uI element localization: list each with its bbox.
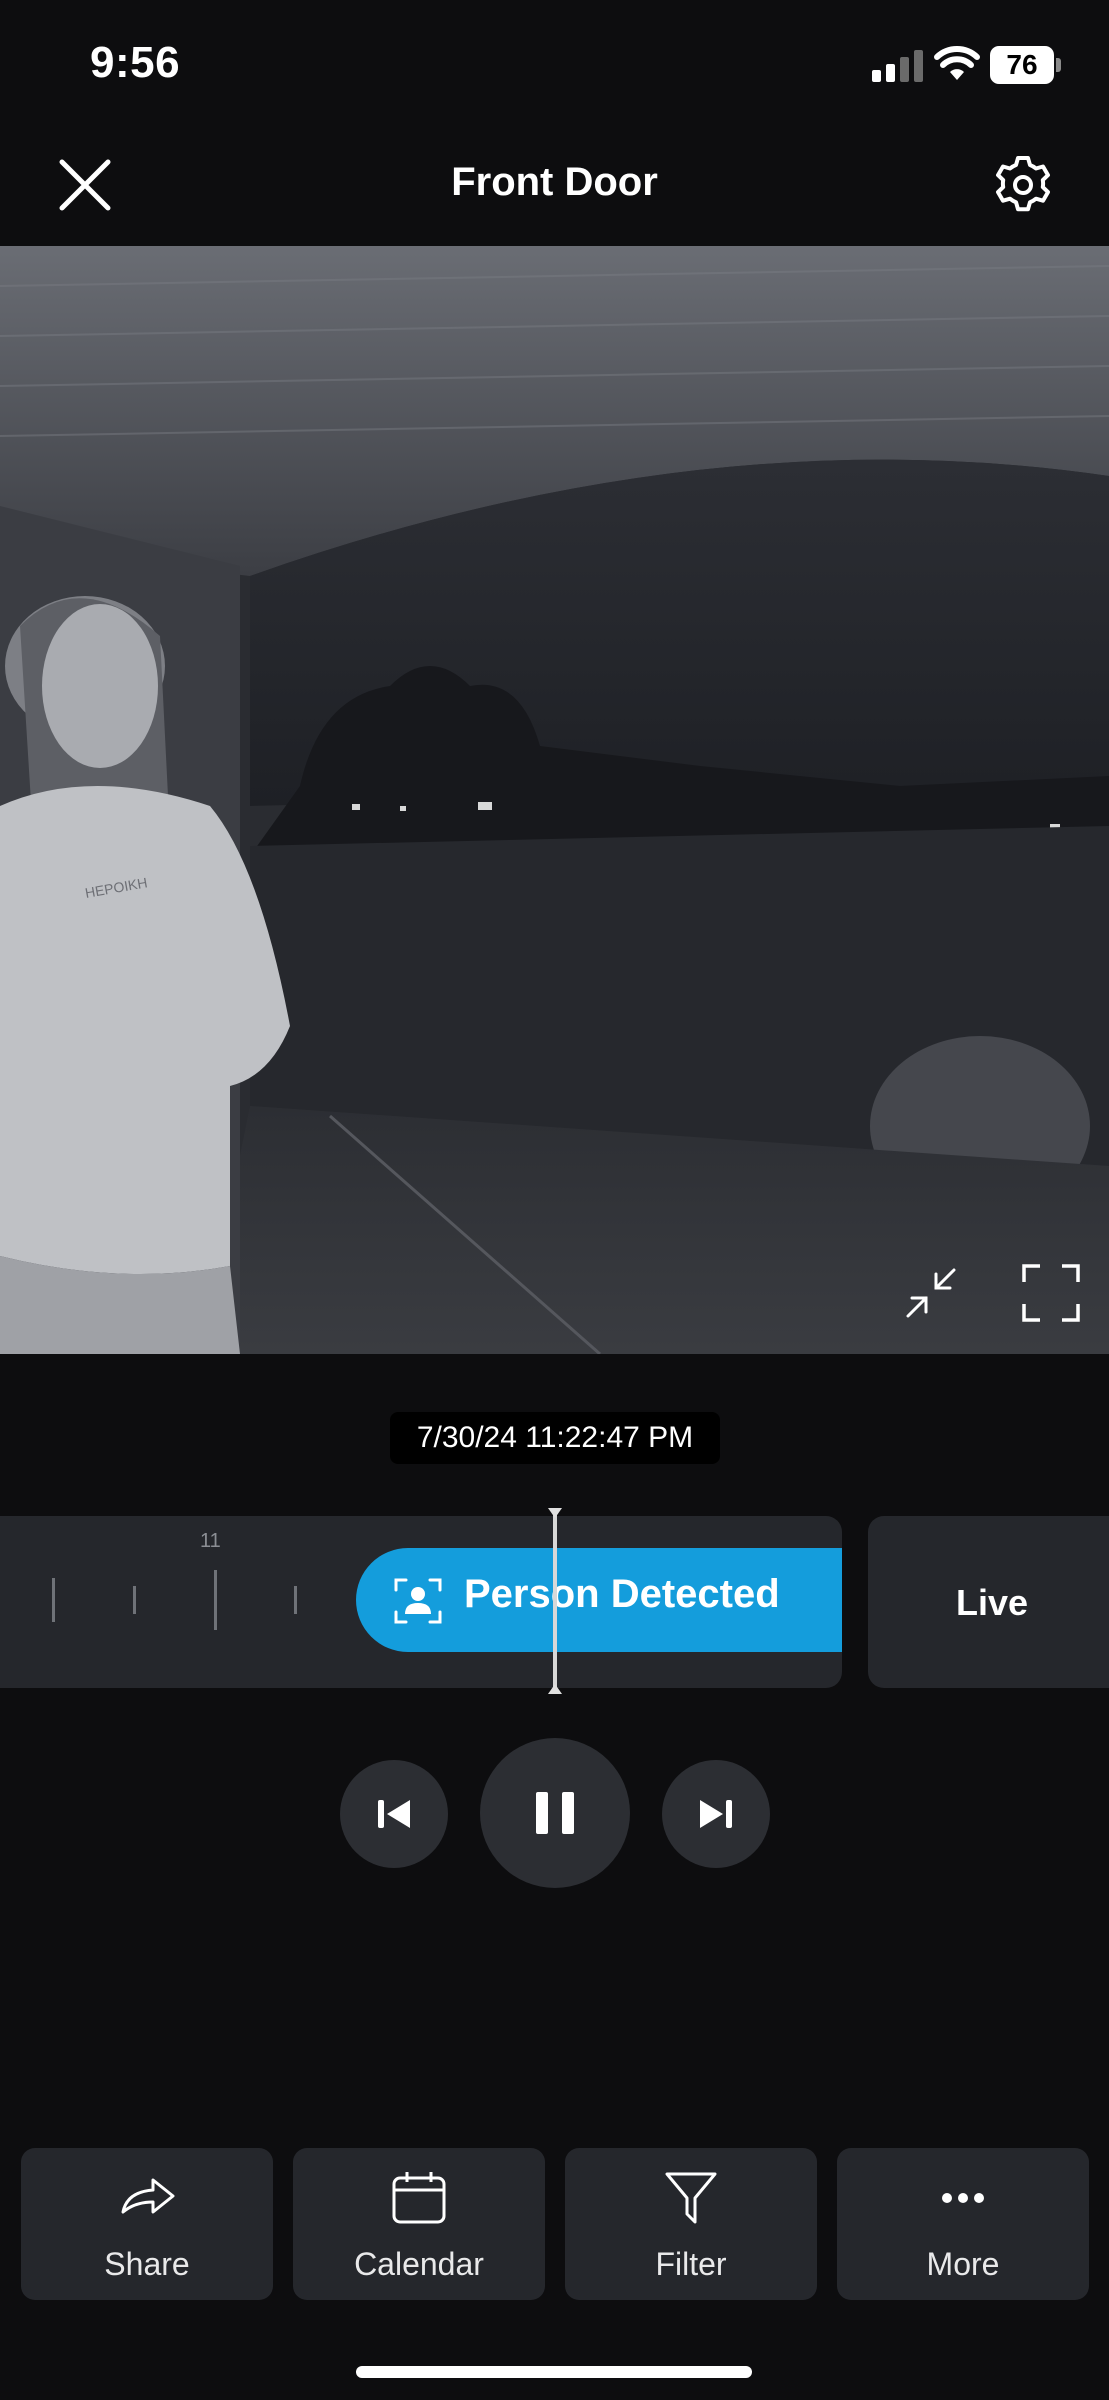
- more-button[interactable]: More: [837, 2148, 1089, 2300]
- pause-button[interactable]: [480, 1738, 630, 1888]
- collapse-icon[interactable]: [900, 1262, 962, 1324]
- event-timeline[interactable]: 11 Person Detected: [0, 1516, 842, 1688]
- filter-icon: [665, 2172, 717, 2224]
- pause-icon: [536, 1792, 574, 1834]
- more-icon: [942, 2193, 984, 2203]
- share-label: Share: [104, 2246, 190, 2282]
- page-title: Front Door: [451, 160, 658, 204]
- battery-icon: 76: [990, 46, 1061, 84]
- share-button[interactable]: Share: [21, 2148, 273, 2300]
- gear-icon[interactable]: [990, 152, 1056, 218]
- more-label: More: [926, 2246, 1000, 2282]
- filter-label: Filter: [655, 2246, 727, 2282]
- status-time: 9:56: [90, 38, 181, 87]
- calendar-label: Calendar: [354, 2246, 484, 2282]
- calendar-button[interactable]: Calendar: [293, 2148, 545, 2300]
- timeline-tick: [214, 1570, 217, 1630]
- home-indicator[interactable]: [356, 2366, 752, 2378]
- event-label: Person Detected: [464, 1572, 780, 1616]
- share-icon: [121, 2178, 175, 2214]
- next-event-button[interactable]: [662, 1760, 770, 1868]
- live-label: Live: [955, 1582, 1029, 1623]
- previous-event-button[interactable]: [340, 1760, 448, 1868]
- wifi-icon: [934, 46, 980, 80]
- event-person-detected[interactable]: Person Detected: [356, 1548, 842, 1652]
- fullscreen-icon[interactable]: [1020, 1262, 1082, 1324]
- skip-previous-icon: [378, 1800, 410, 1828]
- header: Front Door: [0, 130, 1109, 246]
- status-bar: 9:56 76: [0, 0, 1109, 130]
- timeline-playhead[interactable]: [548, 1508, 562, 1694]
- battery-level: 76: [990, 46, 1054, 84]
- timeline-hour-label: 11: [200, 1530, 221, 1552]
- timeline-tick: [294, 1586, 297, 1614]
- video-timestamp: 7/30/24 11:22:47 PM: [390, 1412, 720, 1464]
- person-detected-icon: [394, 1578, 442, 1624]
- cellular-signal-icon: [872, 50, 923, 82]
- timeline-tick: [52, 1578, 55, 1622]
- video-player[interactable]: ΗΕΡΟΙΚΗ: [0, 246, 1109, 1354]
- timeline-tick: [133, 1586, 136, 1614]
- camera-feed-image: ΗΕΡΟΙΚΗ: [0, 246, 1109, 1354]
- filter-button[interactable]: Filter: [565, 2148, 817, 2300]
- calendar-icon: [392, 2172, 446, 2224]
- skip-next-icon: [700, 1800, 732, 1828]
